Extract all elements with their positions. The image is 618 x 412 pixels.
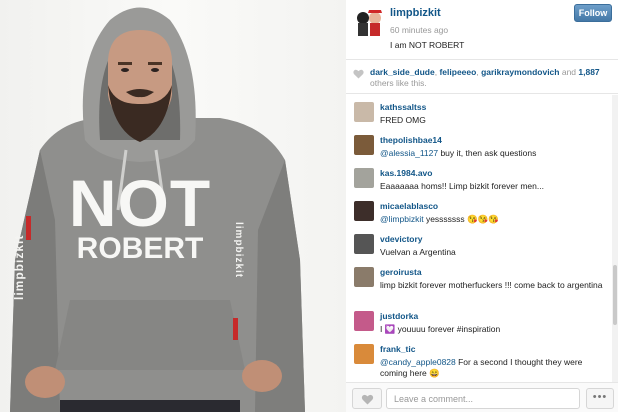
commenter-username[interactable]: micaelablasco	[380, 201, 438, 211]
comment-item: micaelablasco @limpbizkit yesssssss 😘😘😘	[346, 194, 612, 227]
likes-and: and	[559, 67, 579, 77]
post-timestamp: 60 minutes ago	[390, 25, 449, 35]
commenter-username[interactable]: kathssaltss	[380, 102, 426, 112]
follow-button[interactable]: Follow	[574, 4, 612, 22]
comment-text: FRED OMG	[380, 115, 608, 126]
comment-text: limp bizkit forever motherfuckers !!! co…	[380, 280, 608, 291]
post-caption: I am NOT ROBERT	[390, 40, 465, 50]
heart-icon	[361, 394, 374, 405]
hoodie-print: NOT ROBERT	[60, 166, 220, 265]
commenter-avatar[interactable]	[354, 201, 374, 221]
comment-item: vdevictory Vuelvan a Argentina	[346, 227, 612, 260]
likes-count[interactable]: 1,887	[578, 67, 599, 77]
commenter-avatar[interactable]	[354, 135, 374, 155]
commenter-username[interactable]: thepolishbae14	[380, 135, 442, 145]
comment-body: FRED OMG	[380, 115, 426, 125]
commenter-username[interactable]: vdevictory	[380, 234, 423, 244]
likes-suffix: others like this.	[370, 78, 427, 88]
commenter-avatar[interactable]	[354, 344, 374, 364]
comment-text: Vuelvan a Argentina	[380, 247, 608, 258]
user-avatar[interactable]	[354, 6, 384, 36]
comment-text: @candy_apple0828 For a second I thought …	[380, 357, 608, 379]
commenter-avatar[interactable]	[354, 102, 374, 122]
heart-icon	[353, 69, 364, 79]
likes-summary: dark_side_dude, felipeeeo, garikraymondo…	[346, 60, 618, 94]
sleeve-print-right: limpbizkit	[233, 222, 244, 279]
post-header: limpbizkit 60 minutes ago I am NOT ROBER…	[346, 0, 618, 60]
commenter-avatar[interactable]	[354, 234, 374, 254]
liker-link[interactable]: garikraymondovich	[481, 67, 559, 77]
comment-body: limp bizkit forever motherfuckers !!! co…	[380, 280, 603, 290]
post-photo[interactable]: NOT ROBERT limpbizkit limpbizkit	[0, 0, 346, 412]
comment-mention[interactable]: @alessia_1127	[380, 148, 438, 158]
comment-body: Eaaaaaaa homs!! Limp bizkit forever men.…	[380, 181, 544, 191]
post-sidebar: limpbizkit 60 minutes ago I am NOT ROBER…	[346, 0, 618, 412]
commenter-avatar[interactable]	[354, 311, 374, 331]
comment-item: kas.1984.avo Eaaaaaaa homs!! Limp bizkit…	[346, 161, 612, 194]
hoodie-print-line2: ROBERT	[76, 232, 204, 265]
post-username-link[interactable]: limpbizkit	[390, 7, 441, 19]
hoodie-print-line1: NOT	[68, 166, 212, 240]
more-options-button[interactable]: •••	[586, 388, 614, 409]
comment-composer: •••	[346, 382, 618, 412]
comment-item: frank_tic @candy_apple0828 For a second …	[346, 337, 612, 381]
comment-input[interactable]	[386, 388, 580, 409]
instagram-post-view: NOT ROBERT limpbizkit limpbizkit limpbiz…	[0, 0, 618, 412]
commenter-username[interactable]: justdorka	[380, 311, 418, 321]
comment-text: @alessia_1127 buy it, then ask questions	[380, 148, 608, 159]
comment-body: Vuelvan a Argentina	[380, 247, 456, 257]
comment-item: kathssaltss FRED OMG	[346, 95, 612, 128]
sleeve-print-left: limpbizkit	[12, 234, 26, 300]
comment-item: geroirusta limp bizkit forever motherfuc…	[346, 260, 612, 304]
comment-mention[interactable]: @candy_apple0828	[380, 357, 456, 367]
commenter-avatar[interactable]	[354, 267, 374, 287]
commenter-avatar[interactable]	[354, 168, 374, 188]
comment-mention[interactable]: @limpbizkit	[380, 214, 424, 224]
commenter-username[interactable]: frank_tic	[380, 344, 415, 354]
comment-text: @limpbizkit yesssssss 😘😘😘	[380, 214, 608, 225]
liker-link[interactable]: felipeeeo	[439, 67, 476, 77]
liker-link[interactable]: dark_side_dude	[370, 67, 435, 77]
comment-item: justdorka I 💟 youuuu forever #inspiratio…	[346, 304, 612, 337]
likes-text: dark_side_dude, felipeeeo, garikraymondo…	[370, 67, 614, 89]
comment-text: I 💟 youuuu forever #inspiration	[380, 324, 608, 335]
commenter-username[interactable]: kas.1984.avo	[380, 168, 432, 178]
comment-body: buy it, then ask questions	[438, 148, 537, 158]
avatar-cartoon-icon	[354, 6, 384, 36]
like-button[interactable]	[352, 388, 382, 409]
comment-body: yesssssss 😘😘😘	[423, 214, 499, 224]
comment-item: thepolishbae14 @alessia_1127 buy it, the…	[346, 128, 612, 161]
comments-list[interactable]: kathssaltss FRED OMG thepolishbae14 @ale…	[346, 95, 612, 382]
commenter-username[interactable]: geroirusta	[380, 267, 422, 277]
comment-text: Eaaaaaaa homs!! Limp bizkit forever men.…	[380, 181, 608, 192]
comments-scrollbar[interactable]	[612, 95, 618, 382]
scrollbar-thumb[interactable]	[613, 265, 617, 325]
comment-body: I 💟 youuuu forever #inspiration	[380, 324, 501, 334]
